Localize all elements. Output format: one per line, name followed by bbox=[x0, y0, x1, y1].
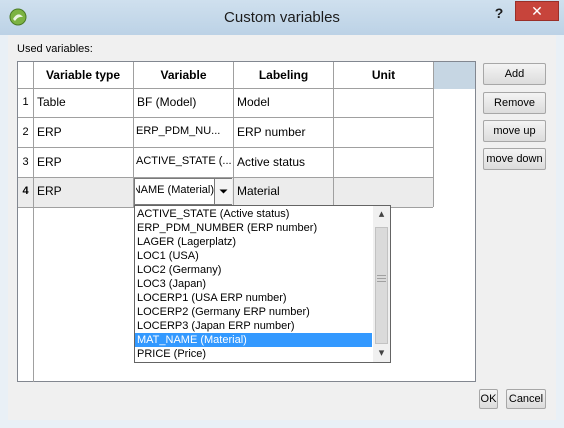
dropdown-option[interactable]: ACTIVE_STATE (Active status) bbox=[135, 207, 372, 221]
column-header-variable[interactable]: Variable bbox=[134, 62, 233, 89]
scroll-up-icon[interactable]: ▴ bbox=[373, 206, 390, 223]
scroll-down-icon[interactable]: ▾ bbox=[373, 345, 390, 362]
dropdown-option[interactable]: LOC1 (USA) bbox=[135, 249, 372, 263]
row-number: 2 bbox=[22, 126, 29, 138]
cell-variable[interactable]: ERP_PDM_NU... bbox=[136, 125, 232, 137]
dropdown-option[interactable]: LOCERP1 (USA ERP number) bbox=[135, 291, 372, 305]
cell-variable[interactable]: ACTIVE_STATE (... bbox=[136, 155, 232, 167]
chevron-down-icon bbox=[219, 189, 228, 194]
dropdown-option[interactable]: LOCERP3 (Japan ERP number) bbox=[135, 319, 372, 333]
cell-variable-type[interactable]: ERP bbox=[37, 184, 131, 198]
scrollbar-grip bbox=[377, 278, 386, 279]
remove-button[interactable]: Remove bbox=[483, 92, 546, 114]
cell-labeling[interactable]: Active status bbox=[237, 155, 331, 169]
dropdown-option-selected[interactable]: MAT_NAME (Material) bbox=[135, 333, 372, 347]
header-filler bbox=[433, 62, 475, 89]
grid-line bbox=[233, 62, 234, 207]
dropdown-option[interactable]: PRICE (Price) bbox=[135, 347, 372, 361]
cancel-button[interactable]: Cancel bbox=[506, 389, 546, 409]
move-down-button[interactable]: move down bbox=[483, 148, 546, 170]
cell-labeling[interactable]: Material bbox=[237, 184, 331, 198]
dropdown-option[interactable]: LOC2 (Germany) bbox=[135, 263, 372, 277]
close-button[interactable]: ✕ bbox=[515, 1, 559, 21]
window-title: Custom variables bbox=[224, 9, 340, 26]
cell-variable-type[interactable]: Table bbox=[37, 95, 131, 109]
scrollbar-thumb[interactable] bbox=[375, 227, 388, 344]
move-up-button[interactable]: move up bbox=[483, 120, 546, 142]
combobox-dropdown-button[interactable] bbox=[214, 179, 232, 204]
cell-variable-type[interactable]: ERP bbox=[37, 155, 131, 169]
dropdown-option[interactable]: LOCERP2 (Germany ERP number) bbox=[135, 305, 372, 319]
used-variables-label: Used variables: bbox=[17, 43, 93, 55]
row-number: 1 bbox=[22, 96, 29, 108]
row-number: 3 bbox=[22, 156, 29, 168]
cell-labeling[interactable]: ERP number bbox=[237, 125, 331, 139]
grid-line bbox=[33, 62, 34, 207]
column-header-variable-type[interactable]: Variable type bbox=[33, 62, 133, 89]
grid-line bbox=[18, 117, 433, 118]
dropdown-option[interactable]: LAGER (Lagerplatz) bbox=[135, 235, 372, 249]
add-button[interactable]: Add bbox=[483, 63, 546, 85]
grid-line bbox=[333, 62, 334, 207]
scrollbar-grip bbox=[377, 275, 386, 276]
grid-line bbox=[33, 207, 34, 382]
grid-line bbox=[18, 88, 433, 89]
cell-variable[interactable]: BF (Model) bbox=[137, 95, 231, 109]
grid-line bbox=[18, 147, 433, 148]
variable-combobox-value[interactable]: MAT_NAME (Material) bbox=[136, 184, 214, 200]
cell-labeling[interactable]: Model bbox=[237, 95, 331, 109]
help-button[interactable]: ? bbox=[490, 5, 508, 25]
ok-button[interactable]: OK bbox=[479, 389, 498, 409]
column-header-labeling[interactable]: Labeling bbox=[234, 62, 333, 89]
dropdown-option[interactable]: LOC3 (Japan) bbox=[135, 277, 372, 291]
grid-line bbox=[433, 62, 434, 207]
cell-variable-type[interactable]: ERP bbox=[37, 125, 131, 139]
column-header-unit[interactable]: Unit bbox=[334, 62, 433, 89]
scrollbar-grip bbox=[377, 281, 386, 282]
dropdown-option[interactable]: ERP_PDM_NUMBER (ERP number) bbox=[135, 221, 372, 235]
row-number: 4 bbox=[22, 185, 29, 197]
